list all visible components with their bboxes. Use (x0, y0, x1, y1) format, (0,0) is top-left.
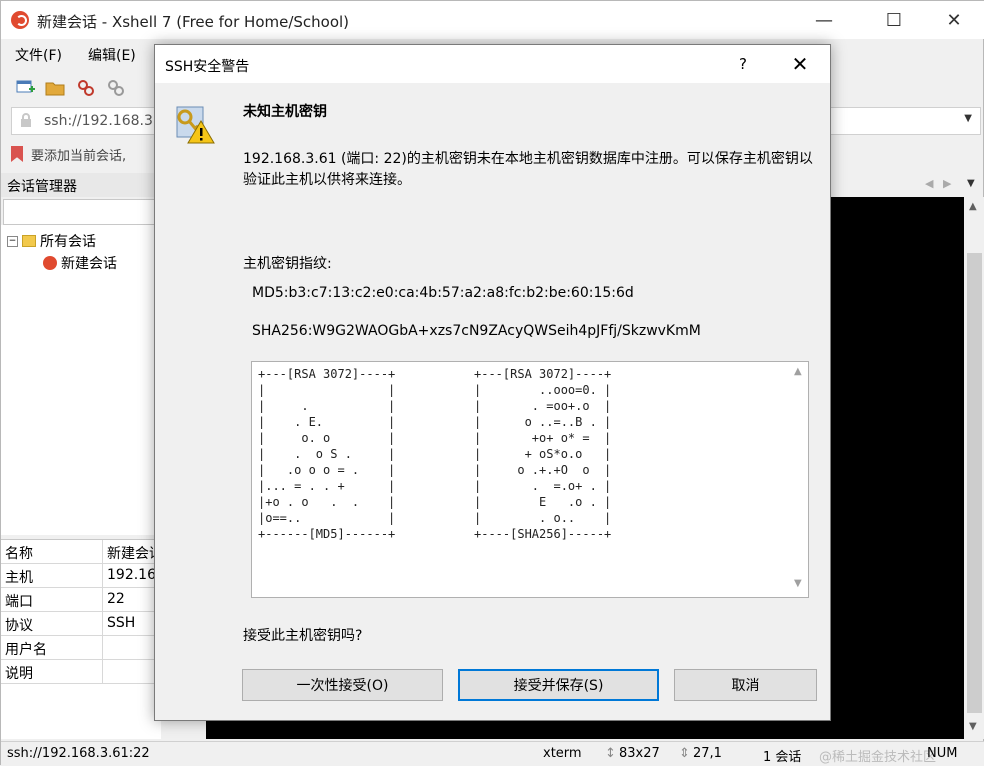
scroll-up-icon[interactable]: ▲ (794, 366, 802, 377)
session-tree: − 所有会话 新建会话 (1, 225, 161, 535)
property-row: 端口 22 (1, 588, 161, 612)
tree-item-all-sessions[interactable]: − 所有会话 (7, 231, 96, 251)
new-session-icon (16, 80, 35, 93)
tree-item-new-session[interactable]: 新建会话 (43, 253, 117, 273)
watermark: @稀土掘金技术社区 (819, 750, 937, 765)
help-button[interactable]: ? (723, 45, 763, 83)
folder-icon (22, 235, 36, 247)
scroll-down-icon[interactable]: ▼ (794, 578, 802, 589)
app-logo-icon (11, 11, 29, 29)
accept-and-save-button[interactable]: 接受并保存(S) (458, 669, 659, 701)
close-button[interactable]: ✕ (931, 1, 977, 39)
property-key: 用户名 (5, 642, 47, 658)
tree-item-label: 新建会话 (61, 256, 117, 272)
property-key: 主机 (5, 570, 33, 586)
property-row: 主机 192.16 (1, 564, 161, 588)
connect-icon (78, 80, 94, 96)
md5-randomart: +---[RSA 3072]----+ | | | . | | . E. | |… (258, 367, 396, 541)
property-key: 端口 (5, 594, 33, 610)
property-row: 名称 新建会话 (1, 540, 163, 564)
accept-question: 接受此主机密钥吗? (243, 628, 363, 644)
randomart-box[interactable]: +---[RSA 3072]----+ | | | . | | . E. | |… (251, 361, 809, 598)
sha256-randomart: +---[RSA 3072]----+ | ..ooo=0. | | . =oo… (474, 367, 612, 541)
status-terminal-type: xterm (543, 746, 582, 761)
dialog-heading: 未知主机密钥 (243, 104, 327, 120)
status-bar: ssh://192.168.3.61:22 xterm ↕ 83x27 ⇕ 27… (1, 741, 984, 766)
tab-next-icon[interactable]: ▶ (943, 177, 951, 190)
close-icon: ✕ (946, 9, 962, 31)
tree-item-label: 所有会话 (40, 234, 96, 250)
ssh-security-dialog: SSH安全警告 ? ✕ 未知主机密钥 192.168.3.61 (端口: 22)… (154, 44, 831, 721)
open-button[interactable] (45, 77, 67, 99)
bookmark-icon (11, 146, 23, 162)
status-cursor: 27,1 (693, 746, 722, 761)
disconnect-icon (108, 80, 124, 96)
fingerprint-label: 主机密钥指纹: (243, 256, 332, 272)
property-value: 192.16 (107, 567, 156, 583)
property-row: 用户名 (1, 636, 161, 660)
hint-text: 要添加当前会话, (31, 148, 127, 164)
status-size: 83x27 (619, 746, 660, 761)
key-warning-icon (176, 106, 215, 144)
toolbar (15, 75, 127, 101)
status-connection: ssh://192.168.3.61:22 (7, 746, 150, 761)
open-folder-icon (45, 82, 65, 96)
cancel-button[interactable]: 取消 (674, 669, 817, 701)
menu-file[interactable]: 文件(F) (9, 41, 68, 67)
terminal-scrollbar[interactable]: ▲ ▼ (964, 197, 984, 739)
tab-prev-icon[interactable]: ◀ (925, 177, 933, 190)
property-key: 说明 (5, 666, 33, 682)
sha256-fingerprint: SHA256:W9G2WAOGbA+xzs7cN9ZAcyQWSeih4pJFf… (252, 323, 701, 339)
tab-menu-icon[interactable]: ▼ (967, 178, 975, 189)
property-row: 协议 SSH (1, 612, 161, 636)
disconnect-button[interactable] (105, 77, 127, 99)
session-icon (43, 256, 57, 270)
hint-bar: 要添加当前会话, (11, 141, 126, 167)
status-sessions: 1 会话 (763, 750, 802, 765)
minimize-button[interactable]: — (801, 1, 847, 39)
session-search-input[interactable] (3, 199, 159, 225)
property-key: 协议 (5, 618, 33, 634)
scroll-up-icon[interactable]: ▲ (969, 201, 977, 212)
dialog-title: SSH安全警告 (165, 59, 250, 75)
scroll-thumb[interactable] (967, 253, 982, 713)
accept-once-button[interactable]: 一次性接受(O) (242, 669, 443, 701)
randomart-scrollbar[interactable]: ▲ ▼ (792, 364, 806, 594)
dialog-message: 192.168.3.61 (端口: 22)的主机密钥未在本地主机密钥数据库中注册… (243, 151, 813, 188)
scroll-down-icon[interactable]: ▼ (969, 721, 977, 732)
session-properties: 名称 新建会话 主机 192.16 端口 22 协议 SSH 用户名 说明 (1, 539, 163, 739)
new-session-button[interactable] (15, 77, 37, 99)
minimize-icon: — (815, 9, 833, 31)
cursor-icon: ⇕ (679, 746, 690, 761)
md5-fingerprint: MD5:b3:c7:13:c2:e0:ca:4b:57:a2:a8:fc:b2:… (252, 285, 634, 301)
maximize-icon: ☐ (885, 9, 903, 31)
status-num: NUM (927, 746, 958, 761)
address-text: ssh://192.168.3 (44, 113, 153, 129)
session-manager-title: 会话管理器 (1, 173, 161, 197)
address-dropdown-icon[interactable]: ▼ (964, 113, 972, 124)
size-icon: ↕ (605, 746, 616, 761)
title-bar: 新建会话 - Xshell 7 (Free for Home/School) —… (1, 1, 984, 39)
maximize-button[interactable]: ☐ (871, 1, 917, 39)
connect-button[interactable] (75, 77, 97, 99)
menu-edit[interactable]: 编辑(E) (82, 41, 142, 67)
window-title: 新建会话 - Xshell 7 (Free for Home/School) (37, 13, 350, 31)
dialog-close-button[interactable]: ✕ (777, 45, 823, 83)
property-row: 说明 (1, 660, 161, 684)
close-icon: ✕ (791, 52, 809, 76)
tab-strip: ◀ ▶ ▼ (831, 173, 984, 197)
property-value: SSH (107, 615, 136, 631)
property-value: 22 (107, 591, 125, 607)
dialog-title-bar: SSH安全警告 ? ✕ (155, 45, 830, 83)
property-key: 名称 (5, 546, 33, 562)
collapse-icon[interactable]: − (7, 235, 18, 247)
lock-icon (21, 113, 31, 127)
